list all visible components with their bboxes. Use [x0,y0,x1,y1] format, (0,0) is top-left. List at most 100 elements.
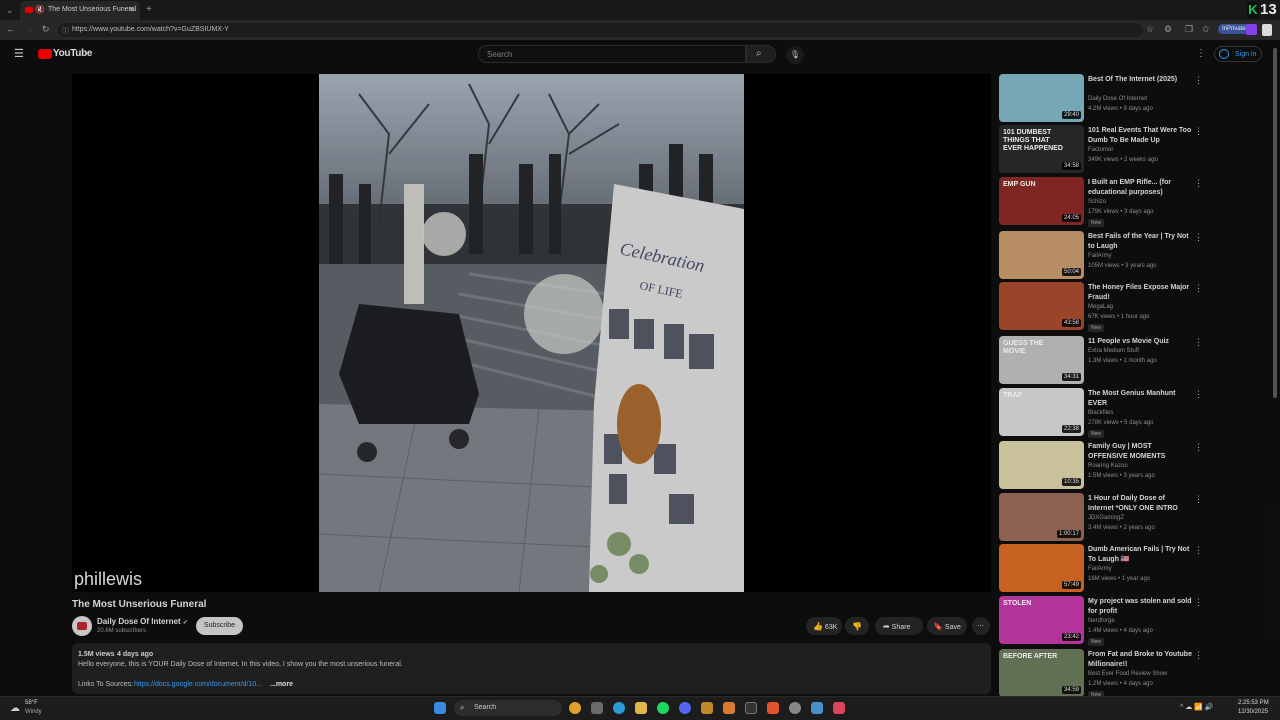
tab-menu-icon[interactable]: ⌄ [6,6,14,15]
forward-icon[interactable]: → [25,25,34,34]
like-button[interactable]: 👍 63K [806,617,842,635]
more-options-icon[interactable]: ⋮ [1194,232,1203,243]
recommendation-title[interactable]: My project was stolen and sold for profi… [1088,597,1192,617]
more-options-icon[interactable]: ⋮ [1194,597,1203,608]
subscribe-button[interactable]: Subscribe [196,617,243,635]
recommendation-thumbnail[interactable]: 57:49 [999,544,1084,592]
recommendation-channel[interactable]: FailArmy [1088,566,1112,572]
edge-icon[interactable] [613,702,625,714]
recommendation-thumbnail[interactable]: TRAP 22:38 [999,388,1084,436]
more-options-icon[interactable]: ⋮ [1194,75,1203,86]
more-options-icon[interactable]: ⋮ [1194,442,1203,453]
recommendation-item[interactable]: 57:49 Dumb American Fails | Try Not To La… [999,544,1204,592]
more-options-icon[interactable]: ⋮ [1194,126,1203,137]
discord-icon[interactable] [679,702,691,714]
show-more-link[interactable]: ...more [270,681,293,688]
file-explorer-icon[interactable] [635,702,647,714]
recommendation-item[interactable]: BEFORE AFTER 34:59 From Fat and Broke to Y… [999,649,1204,699]
recommendation-item[interactable]: 50:04 Best Fails of the Year | Try Not to… [999,231,1204,279]
recommendation-channel[interactable]: JDXGamingZ [1088,515,1124,521]
recommendation-item[interactable]: 10:35 Family Guy | MOST OFFENSIVE MOMENTS… [999,441,1204,489]
recommendation-item[interactable]: EMP GUN 24:05 I Built an EMP Rifle... (for… [999,177,1204,227]
share-button[interactable]: ➦ Share [875,617,923,635]
favorite-star-icon[interactable]: ☆ [1146,25,1154,34]
muted-speaker-icon[interactable]: 🔇 [35,5,45,14]
scrollbar-thumb[interactable] [1273,48,1277,398]
extensions-icon[interactable]: ⚙ [1164,25,1172,34]
recommendation-thumbnail[interactable]: 50:04 [999,231,1084,279]
recommendation-title[interactable]: Best Of The Internet (2025) [1088,75,1192,85]
recommendation-item[interactable]: 1:00:17 1 Hour of Daily Dose of Internet … [999,493,1204,541]
youtube-logo-icon[interactable] [38,49,52,59]
favorites-icon[interactable]: ✩ [1202,25,1210,34]
taskbar-search[interactable]: ⌕ Search [454,700,562,716]
site-info-icon[interactable]: ⓘ [62,26,69,36]
collections-icon[interactable]: ❐ [1185,25,1193,34]
close-tab-icon[interactable]: ✕ [128,5,135,14]
recommendation-item[interactable]: 101 DUMBEST THINGS THAT EVER HAPPENED 34:… [999,125,1204,173]
settings-dots-icon[interactable]: ⋮ [1196,48,1206,59]
photos-icon[interactable] [811,702,823,714]
weather-icon[interactable]: ☁ [10,703,20,714]
more-options-icon[interactable]: ⋮ [1194,178,1203,189]
system-tray-icons[interactable]: ^ ☁ 📶 🔊 [1180,703,1214,711]
recommendation-channel[interactable]: Factomer [1088,147,1113,153]
recommendation-channel[interactable]: Best Ever Food Review Show [1088,671,1167,677]
sign-in-button[interactable]: Sign in [1214,46,1262,62]
video-frame[interactable]: Celebration OF LIFE [319,74,744,592]
more-options-icon[interactable]: ⋮ [1194,545,1203,556]
more-actions-button[interactable]: ⋯ [972,617,990,635]
voice-search-icon[interactable]: 🎙 [786,46,804,64]
recommendation-channel[interactable]: Blackfiles [1088,410,1113,416]
more-options-icon[interactable]: ⋮ [1194,283,1203,294]
recommendation-channel[interactable]: Schizo [1088,199,1106,205]
recommendation-channel[interactable]: FailArmy [1088,253,1112,259]
recommendation-item[interactable]: 29:40 Best Of The Internet (2025) Daily Do… [999,74,1204,122]
settings-icon[interactable] [789,702,801,714]
hamburger-menu-icon[interactable]: ☰ [14,49,24,60]
recommendation-thumbnail[interactable]: BEFORE AFTER 34:59 [999,649,1084,697]
new-tab-icon[interactable]: + [146,5,152,15]
terminal-icon[interactable] [745,702,757,714]
back-icon[interactable]: ← [6,25,15,34]
recommendation-title[interactable]: 101 Real Events That Were Too Dumb To Be… [1088,126,1192,146]
recommendation-channel[interactable]: Extra Medium Stuff [1088,348,1139,354]
recommendation-title[interactable]: Best Fails of the Year | Try Not to Laug… [1088,232,1192,252]
search-button[interactable]: ⌕ [746,45,776,63]
recommendation-title[interactable]: I Built an EMP Rifle... (for educational… [1088,178,1192,198]
recommendation-item[interactable]: STOLEN 23:42 My project was stolen and sol… [999,596,1204,646]
refresh-icon[interactable]: ↻ [42,25,50,34]
url-field[interactable]: ⓘ https://www.youtube.com/watch?v=GuZBSI… [58,23,1143,37]
recommendation-thumbnail[interactable]: 1:00:17 [999,493,1084,541]
recommendation-title[interactable]: Family Guy | MOST OFFENSIVE MOMENTS [1088,442,1192,462]
recommendation-channel[interactable]: Nerdforge [1088,618,1115,624]
recommendation-title[interactable]: The Honey Files Expose Major Fraud! [1088,283,1192,303]
app-v-icon[interactable] [833,702,845,714]
search-input[interactable]: Search [478,45,746,63]
dislike-button[interactable]: 👎 [845,617,869,635]
app-icon[interactable] [701,702,713,714]
recommendation-channel[interactable]: Roaring Kazoo [1088,463,1128,469]
twitch-extension-icon[interactable] [1246,24,1257,35]
start-menu-icon[interactable] [434,702,446,714]
recommendation-channel[interactable]: Daily Dose Of Internet [1088,96,1147,102]
clock-time[interactable]: 2:25:53 PM [1238,700,1269,706]
description-box[interactable]: 1.5M views 4 days ago Hello everyone, th… [72,643,991,694]
browser-tab[interactable]: 🔇 The Most Unserious Funeral ✕ [20,1,140,20]
recommendation-title[interactable]: 1 Hour of Daily Dose of Internet *ONLY O… [1088,494,1192,514]
spotify-icon[interactable] [657,702,669,714]
more-options-icon[interactable]: ⋮ [1194,389,1203,400]
clock-date[interactable]: 12/30/2025 [1238,709,1268,715]
recommendation-thumbnail[interactable]: STOLEN 23:42 [999,596,1084,644]
recommendation-thumbnail[interactable]: EMP GUN 24:05 [999,177,1084,225]
recommendation-item[interactable]: 43:58 The Honey Files Expose Major Fraud!… [999,282,1204,332]
inprivate-badge[interactable]: InPrivate [1218,24,1250,34]
channel-avatar[interactable] [72,616,92,636]
channel-name[interactable]: Daily Dose Of Internet ✔ [97,617,188,626]
recommendation-item[interactable]: TRAP 22:38 The Most Genius Manhunt EVER Bla… [999,388,1204,438]
more-options-icon[interactable]: ⋮ [1194,337,1203,348]
brave-icon[interactable] [767,702,779,714]
recommendation-title[interactable]: The Most Genius Manhunt EVER [1088,389,1192,409]
recommendation-thumbnail[interactable]: 10:35 [999,441,1084,489]
recommendation-title[interactable]: Dumb American Fails | Try Not To Laugh 🇺… [1088,545,1192,565]
